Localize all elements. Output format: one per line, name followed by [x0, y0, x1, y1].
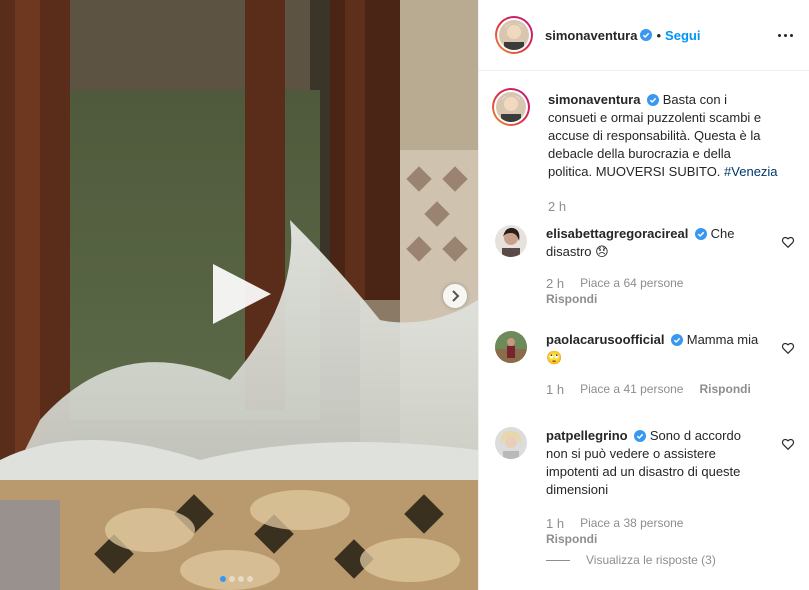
- follow-button[interactable]: Segui: [665, 28, 700, 43]
- post-header: simonaventura • Segui: [479, 0, 809, 71]
- replies-divider: [546, 559, 570, 561]
- caption-text-block: simonaventura Basta con i consueti e orm…: [548, 91, 778, 181]
- caption-avatar[interactable]: [492, 88, 530, 126]
- comment-avatar[interactable]: [495, 427, 527, 459]
- verified-badge-icon: [634, 430, 647, 442]
- avatar[interactable]: [495, 16, 533, 54]
- comment-body: patpellegrino Sono d accordo non si può …: [546, 427, 766, 499]
- heart-icon[interactable]: [781, 437, 795, 451]
- carousel-indicator: [220, 576, 253, 582]
- verified-badge-icon: [671, 334, 684, 346]
- reply-button[interactable]: Rispondi: [546, 292, 597, 306]
- comment-body: paolacarusoofficial Mamma mia 🙄: [546, 331, 766, 367]
- comment-time: 2 h: [546, 276, 565, 291]
- verified-badge-icon: [694, 228, 707, 240]
- caption-time: 2 h: [548, 199, 567, 214]
- comment-likes[interactable]: Piace a 41 persone: [580, 382, 683, 397]
- comment-time: 1 h: [546, 516, 565, 531]
- comment-likes[interactable]: Piace a 38 persone: [580, 516, 683, 531]
- play-icon: [213, 264, 271, 324]
- header-separator: •: [656, 27, 662, 43]
- caption-username[interactable]: simonaventura: [548, 92, 640, 107]
- comment-meta: 1 h Piace a 41 persone Rispondi: [546, 382, 751, 397]
- comment-username[interactable]: elisabettagregoracireal: [546, 226, 688, 241]
- heart-icon[interactable]: [781, 341, 795, 355]
- reply-button[interactable]: Rispondi: [699, 382, 750, 397]
- more-options-icon[interactable]: [775, 25, 795, 45]
- post-side-panel: simonaventura • Segui simonaventura Bast…: [478, 0, 809, 590]
- verified-badge-icon: [647, 94, 660, 106]
- comment-likes[interactable]: Piace a 64 persone: [580, 276, 683, 291]
- comment-actions: Rispondi: [546, 532, 597, 546]
- header-username[interactable]: simonaventura: [545, 28, 637, 43]
- comment-username[interactable]: patpellegrino: [546, 428, 628, 443]
- reply-button[interactable]: Rispondi: [546, 532, 597, 546]
- chevron-right-icon: [452, 290, 460, 302]
- post-video[interactable]: [0, 0, 478, 590]
- comment-username[interactable]: paolacarusoofficial: [546, 332, 664, 347]
- hashtag-link[interactable]: #Venezia: [724, 164, 778, 179]
- comment-avatar[interactable]: [495, 225, 527, 257]
- comment-meta: 2 h Piace a 64 persone: [546, 276, 683, 291]
- comment-time: 1 h: [546, 382, 565, 397]
- carousel-dot: [238, 576, 244, 582]
- view-replies-label: Visualizza le risposte (3): [586, 553, 716, 567]
- carousel-dot: [247, 576, 253, 582]
- carousel-dot: [229, 576, 235, 582]
- play-button[interactable]: [209, 262, 273, 326]
- instagram-post: simonaventura • Segui simonaventura Bast…: [0, 0, 809, 590]
- comment-body: elisabettagregoracireal Che disastro 😞: [546, 225, 766, 261]
- carousel-dot: [220, 576, 226, 582]
- comment-actions: Rispondi: [546, 292, 597, 306]
- view-replies-button[interactable]: Visualizza le risposte (3): [546, 553, 716, 567]
- heart-icon[interactable]: [781, 235, 795, 249]
- carousel-next-button[interactable]: [443, 284, 467, 308]
- caption-meta: 2 h: [548, 199, 566, 214]
- comment-meta: 1 h Piace a 38 persone: [546, 516, 683, 531]
- comment-avatar[interactable]: [495, 331, 527, 363]
- verified-badge-icon: [640, 29, 653, 41]
- avatar-image: [499, 20, 529, 50]
